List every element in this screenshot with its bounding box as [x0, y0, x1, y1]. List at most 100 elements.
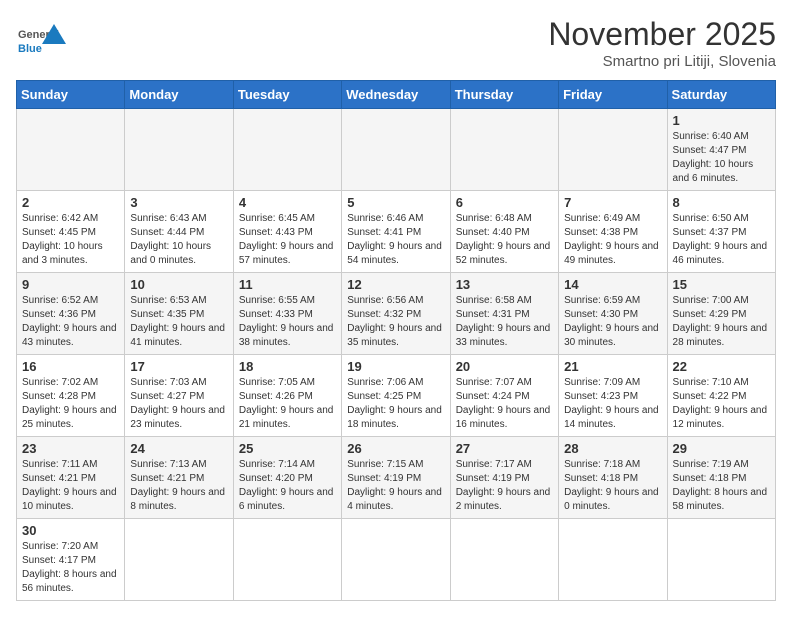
- logo-svg: General Blue: [16, 16, 66, 66]
- day-info: Sunrise: 6:49 AM Sunset: 4:38 PM Dayligh…: [564, 212, 661, 268]
- calendar-cell: 20 Sunrise: 7:07 AM Sunset: 4:24 PM Dayli…: [450, 355, 558, 437]
- logo: General Blue: [16, 16, 66, 66]
- calendar-cell: 13Sunrise: 6:58 AM Sunset: 4:31 PM Dayli…: [450, 273, 558, 355]
- day-number: 27: [456, 441, 553, 456]
- day-number: 14: [564, 277, 661, 292]
- calendar-cell: 10 Sunrise: 6:53 AM Sunset: 4:35 PM Dayli…: [125, 273, 233, 355]
- day-info: Sunrise: 6:43 AM Sunset: 4:44 PM Dayligh…: [130, 212, 227, 268]
- calendar-cell: 12Sunrise: 6:56 AM Sunset: 4:32 PM Dayli…: [342, 273, 450, 355]
- calendar-cell: [559, 519, 667, 601]
- day-number: 23: [22, 441, 119, 456]
- calendar-cell: 3 Sunrise: 6:43 AM Sunset: 4:44 PM Daylig…: [125, 191, 233, 273]
- calendar-cell: [342, 109, 450, 191]
- day-info: Sunrise: 7:13 AM Sunset: 4:21 PM Dayligh…: [130, 458, 227, 514]
- calendar-week-row: 16Sunrise: 7:02 AM Sunset: 4:28 PM Dayli…: [17, 355, 776, 437]
- calendar-cell: 18 Sunrise: 7:05 AM Sunset: 4:26 PM Dayli…: [233, 355, 341, 437]
- day-number: 17: [130, 359, 227, 374]
- day-info: Sunrise: 7:05 AM Sunset: 4:26 PM Dayligh…: [239, 376, 336, 432]
- calendar-cell: 11 Sunrise: 6:55 AM Sunset: 4:33 PM Dayli…: [233, 273, 341, 355]
- calendar-cell: 27Sunrise: 7:17 AM Sunset: 4:19 PM Dayli…: [450, 437, 558, 519]
- day-info: Sunrise: 6:40 AM Sunset: 4:47 PM Dayligh…: [673, 130, 770, 186]
- day-number: 7: [564, 195, 661, 210]
- calendar-cell: [233, 519, 341, 601]
- weekday-header: Thursday: [450, 81, 558, 109]
- calendar-table: SundayMondayTuesdayWednesdayThursdayFrid…: [16, 80, 776, 601]
- calendar-cell: 9 Sunrise: 6:52 AM Sunset: 4:36 PM Daylig…: [17, 273, 125, 355]
- weekday-header: Saturday: [667, 81, 775, 109]
- day-info: Sunrise: 6:46 AM Sunset: 4:41 PM Dayligh…: [347, 212, 444, 268]
- day-number: 30: [22, 523, 119, 538]
- calendar-cell: 21Sunrise: 7:09 AM Sunset: 4:23 PM Dayli…: [559, 355, 667, 437]
- day-number: 1: [673, 113, 770, 128]
- day-number: 20: [456, 359, 553, 374]
- day-info: Sunrise: 7:15 AM Sunset: 4:19 PM Dayligh…: [347, 458, 444, 514]
- weekday-header: Friday: [559, 81, 667, 109]
- calendar-cell: [450, 519, 558, 601]
- weekday-header: Tuesday: [233, 81, 341, 109]
- calendar-week-row: 2 Sunrise: 6:42 AM Sunset: 4:45 PM Daylig…: [17, 191, 776, 273]
- calendar-cell: [450, 109, 558, 191]
- day-number: 3: [130, 195, 227, 210]
- calendar-cell: 25Sunrise: 7:14 AM Sunset: 4:20 PM Dayli…: [233, 437, 341, 519]
- day-number: 26: [347, 441, 444, 456]
- month-title: November 2025: [548, 16, 776, 53]
- calendar-week-row: 23 Sunrise: 7:11 AM Sunset: 4:21 PM Dayli…: [17, 437, 776, 519]
- day-number: 18: [239, 359, 336, 374]
- calendar-cell: 28Sunrise: 7:18 AM Sunset: 4:18 PM Dayli…: [559, 437, 667, 519]
- day-info: Sunrise: 7:11 AM Sunset: 4:21 PM Dayligh…: [22, 458, 119, 514]
- day-number: 9: [22, 277, 119, 292]
- day-number: 11: [239, 277, 336, 292]
- day-info: Sunrise: 7:06 AM Sunset: 4:25 PM Dayligh…: [347, 376, 444, 432]
- day-number: 4: [239, 195, 336, 210]
- day-info: Sunrise: 6:58 AM Sunset: 4:31 PM Dayligh…: [456, 294, 553, 350]
- day-number: 6: [456, 195, 553, 210]
- calendar-cell: [342, 519, 450, 601]
- calendar-cell: [125, 109, 233, 191]
- day-info: Sunrise: 6:59 AM Sunset: 4:30 PM Dayligh…: [564, 294, 661, 350]
- calendar-week-row: 9 Sunrise: 6:52 AM Sunset: 4:36 PM Daylig…: [17, 273, 776, 355]
- day-info: Sunrise: 7:02 AM Sunset: 4:28 PM Dayligh…: [22, 376, 119, 432]
- calendar-cell: 30 Sunrise: 7:20 AM Sunset: 4:17 PM Dayli…: [17, 519, 125, 601]
- calendar-cell: [125, 519, 233, 601]
- calendar-cell: 7 Sunrise: 6:49 AM Sunset: 4:38 PM Daylig…: [559, 191, 667, 273]
- day-number: 2: [22, 195, 119, 210]
- calendar-cell: 23 Sunrise: 7:11 AM Sunset: 4:21 PM Dayli…: [17, 437, 125, 519]
- calendar-cell: [233, 109, 341, 191]
- day-info: Sunrise: 6:53 AM Sunset: 4:35 PM Dayligh…: [130, 294, 227, 350]
- day-info: Sunrise: 7:10 AM Sunset: 4:22 PM Dayligh…: [673, 376, 770, 432]
- location-subtitle: Smartno pri Litiji, Slovenia: [548, 53, 776, 70]
- day-info: Sunrise: 6:52 AM Sunset: 4:36 PM Dayligh…: [22, 294, 119, 350]
- svg-text:Blue: Blue: [18, 43, 42, 55]
- day-info: Sunrise: 6:42 AM Sunset: 4:45 PM Dayligh…: [22, 212, 119, 268]
- calendar-cell: 5 Sunrise: 6:46 AM Sunset: 4:41 PM Daylig…: [342, 191, 450, 273]
- calendar-cell: 19 Sunrise: 7:06 AM Sunset: 4:25 PM Dayli…: [342, 355, 450, 437]
- calendar-cell: 16Sunrise: 7:02 AM Sunset: 4:28 PM Dayli…: [17, 355, 125, 437]
- day-number: 10: [130, 277, 227, 292]
- weekday-header: Wednesday: [342, 81, 450, 109]
- calendar-cell: 4Sunrise: 6:45 AM Sunset: 4:43 PM Daylig…: [233, 191, 341, 273]
- page-header: General Blue November 2025 Smartno pri L…: [16, 16, 776, 70]
- day-info: Sunrise: 6:55 AM Sunset: 4:33 PM Dayligh…: [239, 294, 336, 350]
- day-info: Sunrise: 6:56 AM Sunset: 4:32 PM Dayligh…: [347, 294, 444, 350]
- day-number: 15: [673, 277, 770, 292]
- day-number: 5: [347, 195, 444, 210]
- weekday-header: Monday: [125, 81, 233, 109]
- day-number: 19: [347, 359, 444, 374]
- day-number: 22: [673, 359, 770, 374]
- day-number: 24: [130, 441, 227, 456]
- calendar-cell: 2 Sunrise: 6:42 AM Sunset: 4:45 PM Daylig…: [17, 191, 125, 273]
- calendar-cell: 29Sunrise: 7:19 AM Sunset: 4:18 PM Dayli…: [667, 437, 775, 519]
- day-number: 28: [564, 441, 661, 456]
- title-block: November 2025 Smartno pri Litiji, Sloven…: [548, 16, 776, 70]
- calendar-cell: 8Sunrise: 6:50 AM Sunset: 4:37 PM Daylig…: [667, 191, 775, 273]
- day-info: Sunrise: 7:20 AM Sunset: 4:17 PM Dayligh…: [22, 540, 119, 596]
- day-info: Sunrise: 7:07 AM Sunset: 4:24 PM Dayligh…: [456, 376, 553, 432]
- day-info: Sunrise: 7:09 AM Sunset: 4:23 PM Dayligh…: [564, 376, 661, 432]
- calendar-cell: 17 Sunrise: 7:03 AM Sunset: 4:27 PM Dayli…: [125, 355, 233, 437]
- day-info: Sunrise: 7:03 AM Sunset: 4:27 PM Dayligh…: [130, 376, 227, 432]
- day-number: 29: [673, 441, 770, 456]
- weekday-header: Sunday: [17, 81, 125, 109]
- day-info: Sunrise: 7:00 AM Sunset: 4:29 PM Dayligh…: [673, 294, 770, 350]
- calendar-cell: 24 Sunrise: 7:13 AM Sunset: 4:21 PM Dayli…: [125, 437, 233, 519]
- day-number: 8: [673, 195, 770, 210]
